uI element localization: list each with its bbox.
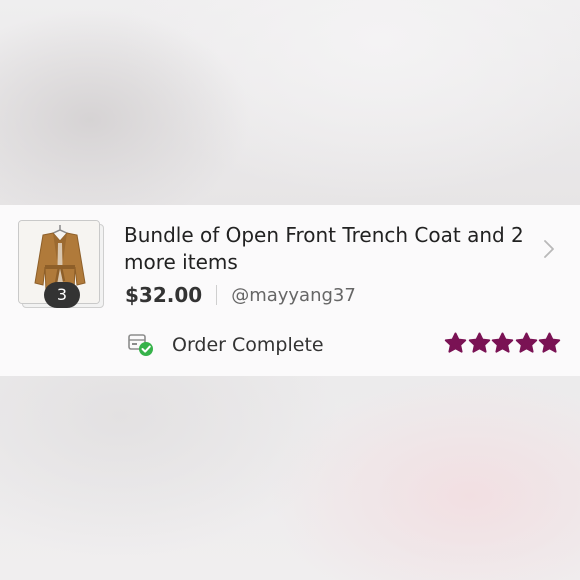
- seller-username[interactable]: @mayyang37: [231, 285, 356, 306]
- star-icon: [491, 332, 514, 353]
- item-thumbnail-stack[interactable]: 3: [18, 220, 104, 312]
- order-list-item[interactable]: 3 Bundle of Open Front Trench Coat and 2…: [0, 205, 580, 376]
- price-row: $32.00 @mayyang37: [125, 283, 356, 307]
- order-status-row: Order Complete: [127, 331, 324, 359]
- star-rating: [444, 332, 562, 354]
- order-status-label: Order Complete: [172, 334, 324, 356]
- star-icon: [444, 332, 467, 353]
- blurred-backdrop-bottom: [0, 376, 580, 580]
- chevron-right-icon[interactable]: [541, 238, 557, 260]
- price-seller-divider: [216, 285, 218, 305]
- item-count-badge: 3: [44, 282, 80, 308]
- star-icon: [515, 332, 537, 353]
- order-price: $32.00: [125, 283, 203, 307]
- shipping-box-check-icon: [127, 332, 155, 358]
- blurred-backdrop-top: [0, 0, 580, 205]
- order-title[interactable]: Bundle of Open Front Trench Coat and 2 m…: [124, 222, 534, 276]
- star-icon: [468, 332, 490, 353]
- star-icon: [538, 332, 561, 353]
